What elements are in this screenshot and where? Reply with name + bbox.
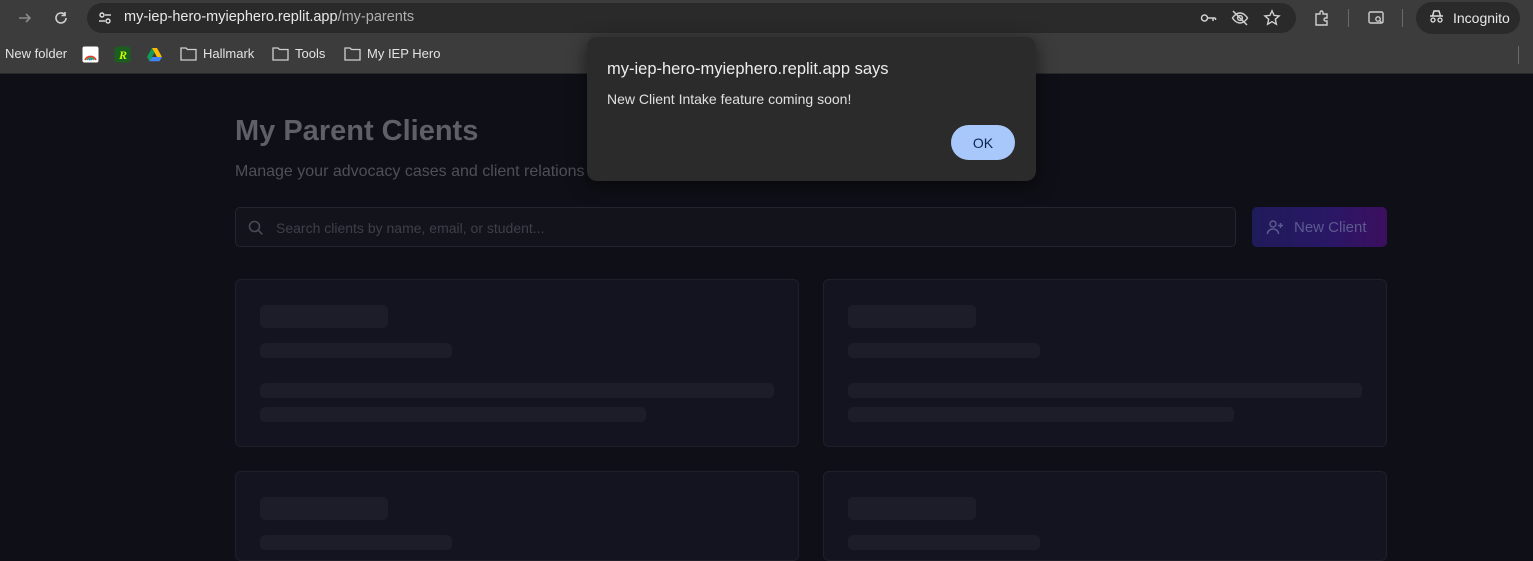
google-drive-icon[interactable] [146,46,163,63]
bookmark-tools[interactable]: Tools [272,46,325,61]
r-favicon-icon[interactable]: R [114,46,131,63]
address-bar[interactable]: my-iep-hero-myiephero.replit.app/my-pare… [87,3,1296,33]
eye-off-icon[interactable] [1230,8,1250,28]
incognito-icon [1428,8,1445,28]
svg-text:R: R [118,48,127,62]
client-card-skeleton [235,279,799,447]
site-info-icon[interactable] [95,8,115,28]
skeleton-line [848,535,1040,550]
bookmark-label: Tools [295,46,326,61]
skeleton-line [260,497,388,520]
skeleton-line [848,305,976,328]
client-card-skeleton [235,471,799,561]
incognito-label: Incognito [1453,10,1510,26]
client-card-skeleton [823,471,1387,561]
rainbow-favicon-icon[interactable] [82,46,99,63]
skeleton-line [260,305,388,328]
skeleton-line [260,383,774,398]
folder-icon [344,47,361,61]
url-path: /my-parents [337,9,415,25]
url-text: my-iep-hero-myiephero.replit.app/my-pare… [124,9,414,25]
bookmark-label: My IEP Hero [367,46,441,61]
search-input[interactable] [276,216,1216,240]
skeleton-line [260,535,452,550]
incognito-badge[interactable]: Incognito [1416,2,1520,34]
search-box[interactable] [235,207,1236,247]
folder-icon [180,47,197,61]
client-card-skeleton [823,279,1387,447]
browser-toolbar: my-iep-hero-myiephero.replit.app/my-pare… [0,0,1533,36]
alert-dialog: my-iep-hero-myiephero.replit.app says Ne… [587,37,1036,181]
key-icon[interactable] [1198,8,1218,28]
dialog-message: New Client Intake feature coming soon! [607,91,852,107]
extensions-icon[interactable] [1311,7,1333,29]
new-client-button[interactable]: New Client [1252,207,1387,247]
bookmarks-divider [1518,46,1519,64]
page-title: My Parent Clients [235,115,479,147]
skeleton-line [848,343,1040,358]
toolbar-divider [1348,9,1349,27]
add-user-icon [1266,220,1283,235]
skeleton-line [848,407,1234,422]
skeleton-line [848,497,976,520]
ok-button[interactable]: OK [951,125,1015,160]
bookmark-hallmark[interactable]: Hallmark [180,46,254,61]
skeleton-line [848,383,1362,398]
skeleton-line [260,407,646,422]
bookmark-label: New folder [5,46,68,61]
new-client-label: New Client [1294,218,1367,236]
forward-icon[interactable] [13,6,37,30]
bookmark-label: Hallmark [203,46,255,61]
toolbar-divider [1402,9,1403,27]
search-icon [248,220,263,235]
bookmark-my-iep-hero[interactable]: My IEP Hero [344,46,440,61]
skeleton-line [260,343,452,358]
reading-list-icon[interactable] [1365,7,1387,29]
bookmark-new-folder[interactable]: New folder [5,46,67,61]
page-subtitle: Manage your advocacy cases and client re… [235,163,585,180]
dialog-title: my-iep-hero-myiephero.replit.app says [607,60,889,78]
folder-icon [272,47,289,61]
star-icon[interactable] [1262,8,1282,28]
url-host: my-iep-hero-myiephero.replit.app [124,9,338,25]
reload-icon[interactable] [49,6,73,30]
